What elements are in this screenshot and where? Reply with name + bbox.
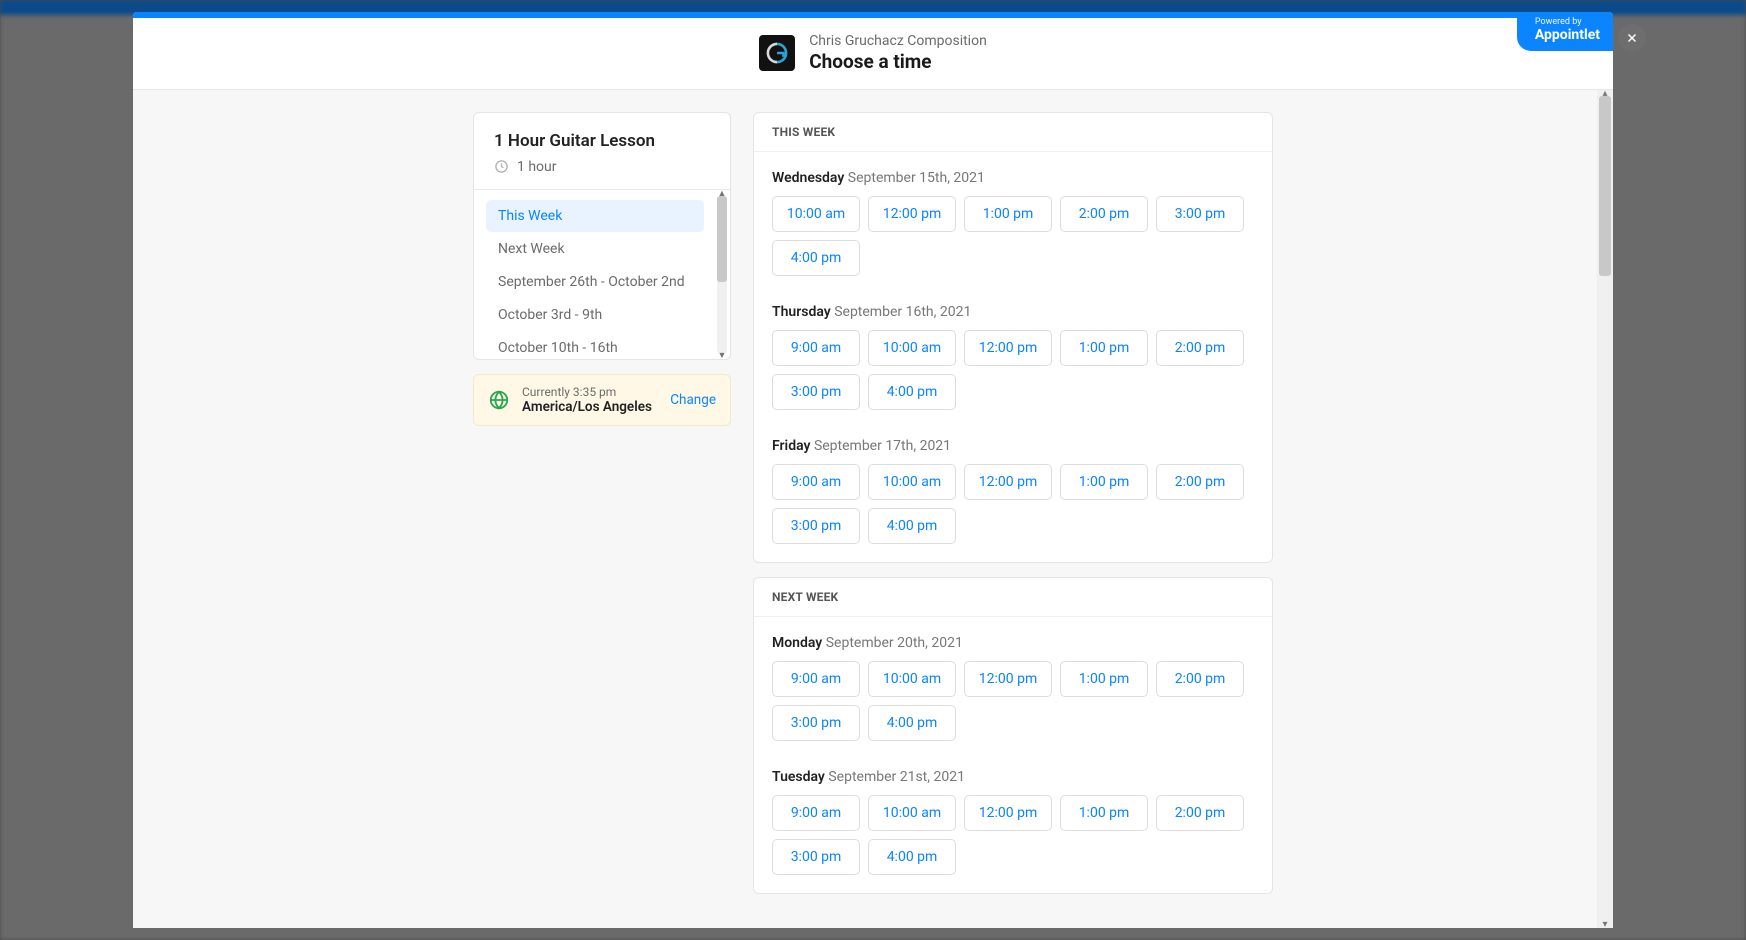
close-button[interactable] — [1618, 24, 1646, 52]
time-slot[interactable]: 9:00 am — [772, 464, 860, 500]
sidebar: 1 Hour Guitar Lesson 1 hour This WeekNex… — [473, 112, 731, 426]
time-slot[interactable]: 3:00 pm — [772, 374, 860, 410]
time-slot[interactable]: 12:00 pm — [964, 464, 1052, 500]
week-heading: THIS WEEK — [754, 113, 1272, 152]
time-slot[interactable]: 12:00 pm — [964, 661, 1052, 697]
day-group: Friday September 17th, 2021 9:00 am10:00 … — [754, 428, 1272, 562]
time-slot[interactable]: 10:00 am — [868, 330, 956, 366]
week-option[interactable]: October 10th - 16th — [486, 332, 704, 359]
day-group: Thursday September 16th, 2021 9:00 am10:0… — [754, 294, 1272, 428]
time-slot[interactable]: 10:00 am — [868, 795, 956, 831]
day-of-week: Monday — [772, 635, 826, 651]
time-slot[interactable]: 4:00 pm — [868, 374, 956, 410]
week-block: THIS WEEK Wednesday September 15th, 2021 1… — [753, 112, 1273, 563]
time-slot[interactable]: 2:00 pm — [1156, 795, 1244, 831]
day-group: Tuesday September 21st, 2021 9:00 am10:00… — [754, 759, 1272, 893]
time-slot[interactable]: 10:00 am — [868, 464, 956, 500]
day-date: September 15th, 2021 — [848, 170, 985, 186]
day-of-week: Wednesday — [772, 170, 848, 186]
time-slot[interactable]: 1:00 pm — [964, 196, 1052, 232]
time-slot[interactable]: 2:00 pm — [1060, 196, 1148, 232]
time-slot[interactable]: 3:00 pm — [772, 508, 860, 544]
close-icon — [1625, 31, 1639, 45]
time-slot-row: 9:00 am10:00 am12:00 pm1:00 pm2:00 pm 3:0… — [772, 330, 1254, 410]
week-option[interactable]: Next Week — [486, 233, 704, 265]
timezone-change-link[interactable]: Change — [670, 392, 716, 408]
powered-by-label: Powered by — [1535, 18, 1600, 28]
body-scrollbar[interactable]: ▴ ▾ — [1597, 90, 1613, 928]
service-duration: 1 hour — [494, 159, 710, 175]
week-heading: NEXT WEEK — [754, 578, 1272, 617]
time-slot[interactable]: 12:00 pm — [964, 795, 1052, 831]
logo-icon — [764, 40, 790, 66]
day-group: Monday September 20th, 2021 9:00 am10:00 … — [754, 617, 1272, 759]
timezone-card: Currently 3:35 pm America/Los Angeles Ch… — [473, 374, 731, 426]
time-slot[interactable]: 2:00 pm — [1156, 464, 1244, 500]
time-slot[interactable]: 3:00 pm — [772, 839, 860, 875]
time-slot-row: 10:00 am12:00 pm1:00 pm2:00 pm3:00 pm 4:0… — [772, 196, 1254, 276]
time-slot-row: 9:00 am10:00 am12:00 pm1:00 pm2:00 pm 3:0… — [772, 795, 1254, 875]
week-picker: This WeekNext WeekSeptember 26th - Octob… — [474, 189, 730, 359]
day-of-week: Friday — [772, 438, 814, 454]
service-title: 1 Hour Guitar Lesson — [494, 131, 710, 151]
timezone-current-time: Currently 3:35 pm — [522, 385, 658, 399]
globe-icon — [488, 389, 510, 411]
week-list-scrollbar[interactable]: ▲ ▼ — [717, 196, 727, 353]
time-slot[interactable]: 1:00 pm — [1060, 795, 1148, 831]
scroll-down-icon: ▾ — [1597, 919, 1613, 928]
time-slot[interactable]: 2:00 pm — [1156, 661, 1244, 697]
time-slot[interactable]: 10:00 am — [868, 661, 956, 697]
day-label: Wednesday September 15th, 2021 — [772, 170, 1254, 186]
page-title: Choose a time — [809, 50, 987, 75]
time-slot[interactable]: 1:00 pm — [1060, 464, 1148, 500]
service-duration-text: 1 hour — [517, 159, 557, 175]
time-slot[interactable]: 9:00 am — [772, 661, 860, 697]
time-slot[interactable]: 9:00 am — [772, 330, 860, 366]
time-slot[interactable]: 1:00 pm — [1060, 330, 1148, 366]
time-slot[interactable]: 4:00 pm — [868, 705, 956, 741]
time-slot[interactable]: 10:00 am — [772, 196, 860, 232]
day-date: September 16th, 2021 — [834, 304, 971, 320]
time-slot[interactable]: 12:00 pm — [964, 330, 1052, 366]
time-slot[interactable]: 3:00 pm — [772, 705, 860, 741]
org-name: Chris Gruchacz Composition — [809, 32, 987, 50]
scroll-down-icon: ▼ — [717, 350, 727, 359]
time-slot[interactable]: 4:00 pm — [868, 508, 956, 544]
time-slot[interactable]: 9:00 am — [772, 795, 860, 831]
week-option[interactable]: October 3rd - 9th — [486, 299, 704, 331]
clock-icon — [494, 159, 509, 174]
modal-header: Chris Gruchacz Composition Choose a time… — [133, 18, 1613, 90]
powered-by-brand: Appointlet — [1535, 28, 1600, 43]
availability-column: THIS WEEK Wednesday September 15th, 2021 1… — [753, 112, 1273, 894]
time-slot[interactable]: 3:00 pm — [1156, 196, 1244, 232]
day-date: September 20th, 2021 — [826, 635, 963, 651]
day-date: September 17th, 2021 — [814, 438, 951, 454]
time-slot[interactable]: 2:00 pm — [1156, 330, 1244, 366]
time-slot-row: 9:00 am10:00 am12:00 pm1:00 pm2:00 pm 3:0… — [772, 661, 1254, 741]
time-slot[interactable]: 4:00 pm — [868, 839, 956, 875]
week-block: NEXT WEEK Monday September 20th, 2021 9:00… — [753, 577, 1273, 894]
week-option[interactable]: September 26th - October 2nd — [486, 266, 704, 298]
time-slot[interactable]: 4:00 pm — [772, 240, 860, 276]
service-card: 1 Hour Guitar Lesson 1 hour This WeekNex… — [473, 112, 731, 360]
org-logo — [759, 35, 795, 71]
scroll-thumb[interactable] — [1599, 96, 1611, 276]
time-slot[interactable]: 12:00 pm — [868, 196, 956, 232]
time-slot[interactable]: 1:00 pm — [1060, 661, 1148, 697]
day-of-week: Thursday — [772, 304, 834, 320]
day-of-week: Tuesday — [772, 769, 828, 785]
scroll-thumb[interactable] — [717, 196, 727, 282]
powered-by-badge[interactable]: Powered by Appointlet — [1517, 12, 1613, 51]
week-option[interactable]: This Week — [486, 200, 704, 232]
modal-body: 1 Hour Guitar Lesson 1 hour This WeekNex… — [133, 90, 1613, 928]
day-label: Friday September 17th, 2021 — [772, 438, 1254, 454]
booking-modal: Chris Gruchacz Composition Choose a time… — [133, 12, 1613, 928]
day-label: Monday September 20th, 2021 — [772, 635, 1254, 651]
day-group: Wednesday September 15th, 2021 10:00 am12… — [754, 152, 1272, 294]
day-date: September 21st, 2021 — [828, 769, 965, 785]
time-slot-row: 9:00 am10:00 am12:00 pm1:00 pm2:00 pm 3:0… — [772, 464, 1254, 544]
timezone-name: America/Los Angeles — [522, 399, 658, 415]
day-label: Thursday September 16th, 2021 — [772, 304, 1254, 320]
day-label: Tuesday September 21st, 2021 — [772, 769, 1254, 785]
